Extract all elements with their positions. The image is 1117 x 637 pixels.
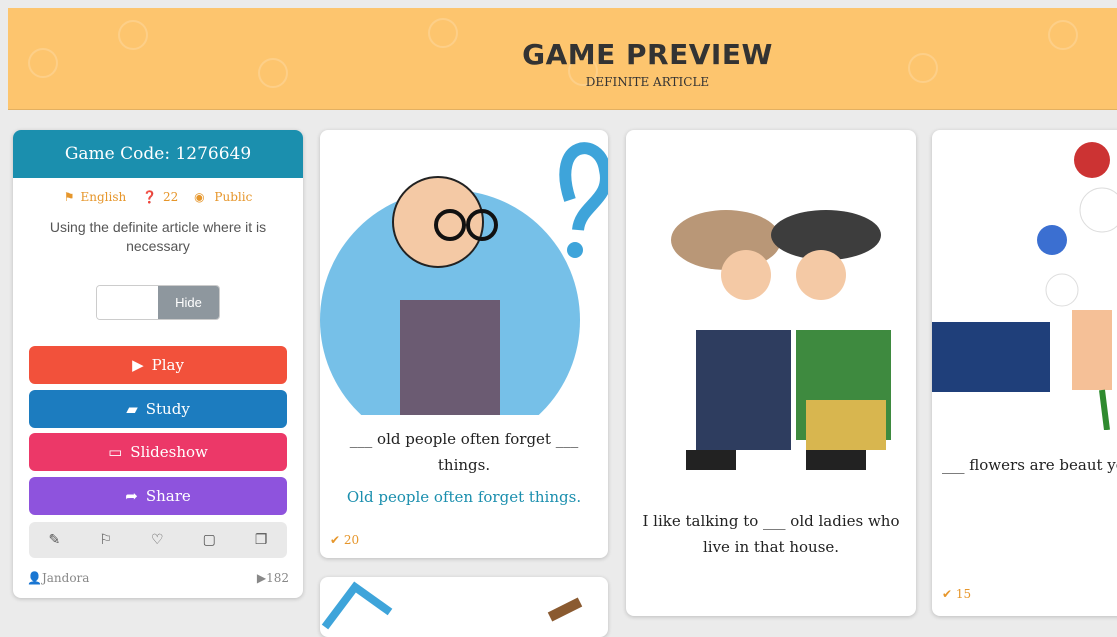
slideshow-label: Slideshow [130,443,208,461]
game-code: Game Code: 1276649 [13,130,303,178]
card-question: I like talking to ___ old ladies who liv… [642,512,900,556]
game-meta: ⚑ English ❓ 22 ◉ Public [13,190,303,204]
folder-icon[interactable]: ▢ [203,532,216,548]
panel-footer: 👤Jandora ▶182 [27,571,289,585]
language-label: English [80,190,127,204]
study-label: Study [145,400,190,418]
play-icon: ▶ [132,356,144,374]
card-count-value: 20 [343,533,360,547]
question-icon: ❓ [142,190,157,204]
slideshow-button[interactable]: ▭ Slideshow [29,433,287,471]
play-button[interactable]: ▶ Play [29,346,287,384]
visibility-info: ◉ Public [191,190,255,204]
toggle-blank[interactable] [97,286,158,319]
question-count-value: 22 [162,190,179,204]
play-count: ▶182 [257,571,289,585]
flag-report-icon[interactable]: ⚐ [99,532,112,548]
language-info: ⚑ English [61,190,133,204]
user-icon: 👤 [27,571,42,585]
question-card[interactable]: I like talking to ___ old ladies who liv… [626,130,916,616]
page-title: GAME PREVIEW [522,38,773,71]
pencil-icon[interactable]: ✎ [49,532,61,548]
copy-icon[interactable]: ❐ [255,532,268,548]
monitor-icon: ▭ [108,443,123,461]
card-question: ___ old people often forget ___ things. [349,430,579,474]
toolbar: ✎ ⚐ ♡ ▢ ❐ [29,522,287,558]
flag-icon: ⚑ [63,190,75,204]
card-answer: Old people often forget things. [346,488,582,506]
play-count-value: 182 [266,571,289,585]
play-count-icon: ▶ [256,571,267,585]
header: GAME PREVIEW DEFINITE ARTICLE [8,8,1117,110]
card-image [320,142,608,450]
hide-button[interactable]: Hide [158,286,219,319]
check-icon: ✔ [330,533,341,547]
share-label: Share [145,487,191,505]
question-card[interactable]: ___ flowers are beaut you very mu ✔ 15 [932,130,1117,616]
game-description: Using the definite article where it is n… [49,219,267,254]
question-count: ❓ 22 [139,190,185,204]
card-image [321,581,583,630]
eye-icon: ◉ [194,190,205,204]
game-info-panel: Game Code: 1276649 ⚑ English ❓ 22 ◉ Public… [13,130,303,598]
book-icon: ▰ [126,400,138,418]
study-button[interactable]: ▰ Study [29,390,287,428]
card-count-value: 15 [955,587,972,601]
play-label: Play [151,356,184,374]
check-icon: ✔ [942,587,953,601]
question-card[interactable] [320,577,608,637]
card-question: ___ flowers are beaut you very mu [942,456,1117,474]
card-count: ✔ 15 [942,587,971,601]
question-card[interactable]: ___ old people often forget ___ things. … [320,130,608,558]
hide-toggle[interactable]: Hide [96,285,220,320]
page-subtitle: DEFINITE ARTICLE [585,75,710,89]
author-name: Jandora [41,571,90,585]
card-image [671,210,891,470]
visibility-label: Public [214,190,253,204]
heart-icon[interactable]: ♡ [151,532,164,548]
card-count: ✔ 20 [330,533,359,547]
share-icon: ➦ [125,487,138,505]
author[interactable]: 👤Jandora [27,571,89,585]
share-button[interactable]: ➦ Share [29,477,287,515]
card-image [932,142,1117,431]
